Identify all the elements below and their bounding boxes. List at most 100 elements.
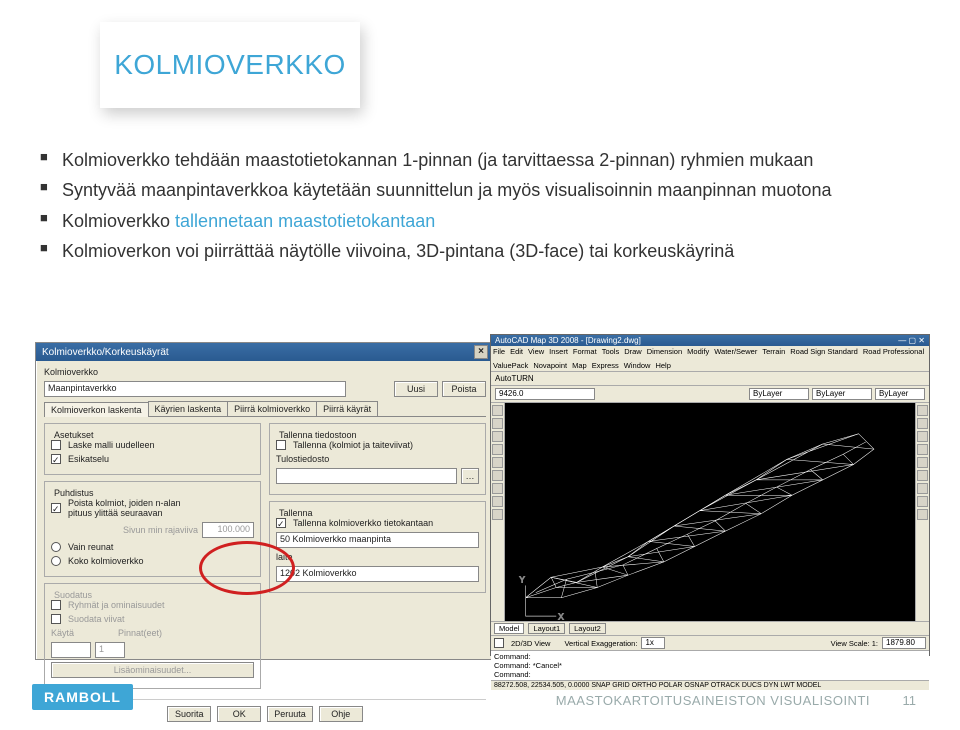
close-icon[interactable]: × <box>474 345 488 359</box>
autocad-toolbar-2: 9426.0 ByLayer ByLayer ByLayer <box>491 386 929 403</box>
window-controls[interactable]: — ▢ ✕ <box>898 336 925 345</box>
ok-button[interactable]: OK <box>217 706 261 722</box>
bylayer-2[interactable]: ByLayer <box>812 388 872 400</box>
fld-1202[interactable]: 1202 Kolmioverkko <box>276 566 479 582</box>
cb-poista-kolmiot[interactable] <box>51 503 61 513</box>
slide-title: KOLMIOVERKKO <box>114 49 346 81</box>
suorita-button[interactable]: Suorita <box>167 706 211 722</box>
menu-item[interactable]: Road Professional <box>863 347 924 356</box>
menu-item[interactable]: ValuePack <box>493 361 528 370</box>
menu-item[interactable]: Modify <box>687 347 709 356</box>
fld-vs[interactable]: 1879.80 <box>882 637 926 649</box>
cb-2d3d[interactable] <box>494 638 504 648</box>
menu-item[interactable]: Help <box>655 361 670 370</box>
menu-item[interactable]: Edit <box>510 347 523 356</box>
peruuta-button[interactable]: Peruuta <box>267 706 313 722</box>
dialog-body: Kolmioverkko Maanpintaverkko Uusi Poista… <box>36 361 494 730</box>
browse-button[interactable]: … <box>461 468 479 484</box>
num-label: Sivun min rajaviiva <box>123 525 198 535</box>
radio-reunat-label: Vain reunat <box>68 542 113 552</box>
slide-title-box: KOLMIOVERKKO <box>100 22 360 108</box>
tool-icon[interactable] <box>917 509 928 520</box>
menu-item[interactable]: Draw <box>624 347 642 356</box>
bylayer-3[interactable]: ByLayer <box>875 388 925 400</box>
menu-item[interactable]: Terrain <box>762 347 785 356</box>
num-field[interactable]: 100.000 <box>202 522 254 538</box>
menu-item[interactable]: Insert <box>549 347 568 356</box>
group-asetukset: Asetukset Laske malli uudelleen Esikatse… <box>44 423 261 475</box>
svg-text:X: X <box>558 612 564 621</box>
cb-tallenna-db[interactable] <box>276 518 286 528</box>
tool-icon[interactable] <box>492 457 503 468</box>
tool-icon[interactable] <box>917 418 928 429</box>
footer-text: MAASTOKARTOITUSAINEISTON VISUALISOINTI <box>556 693 870 708</box>
menu-item[interactable]: Novapoint <box>533 361 567 370</box>
network-select[interactable]: Maanpintaverkko <box>44 381 346 397</box>
bullet-item: Kolmioverkko tehdään maastotietokannan 1… <box>40 148 920 172</box>
bullet-item: Kolmioverkon voi piirrättää näytölle vii… <box>40 239 920 263</box>
group-title: Asetukset <box>51 430 97 440</box>
kolmioverkko-label: Kolmioverkko <box>44 367 98 377</box>
radio-koko[interactable] <box>51 556 61 566</box>
tool-icon[interactable] <box>492 509 503 520</box>
layer-select[interactable]: 9426.0 <box>495 388 595 400</box>
cb-poista-label: Poista kolmiot, joiden n-alan pituus yli… <box>68 498 181 518</box>
lbl-laite: laite <box>276 552 293 562</box>
tool-icon[interactable] <box>917 444 928 455</box>
tool-icon[interactable] <box>492 418 503 429</box>
ohje-button[interactable]: Ohje <box>319 706 363 722</box>
tab-piirra-kolmio[interactable]: Piirrä kolmioverkko <box>227 401 317 416</box>
lbl-ve: Vertical Exaggeration: <box>564 639 637 648</box>
menu-item[interactable]: File <box>493 347 505 356</box>
tab-laskenta[interactable]: Kolmioverkon laskenta <box>44 402 149 417</box>
cb-esikatselu[interactable] <box>51 454 61 464</box>
tool-icon[interactable] <box>492 431 503 442</box>
radio-reunat[interactable] <box>51 542 61 552</box>
dialog-titlebar: Kolmioverkko/Korkeuskäyrät × <box>36 343 494 361</box>
menu-item[interactable]: Format <box>573 347 597 356</box>
autocad-window: AutoCAD Map 3D 2008 - [Drawing2.dwg] — ▢… <box>490 334 930 656</box>
fld-tulostiedosto[interactable] <box>276 468 457 484</box>
menu-item[interactable]: Window <box>624 361 651 370</box>
menu-item[interactable]: Map <box>572 361 587 370</box>
menu-item[interactable]: View <box>528 347 544 356</box>
menu-item[interactable]: Express <box>592 361 619 370</box>
tool-icon[interactable] <box>492 470 503 481</box>
svg-text:Y: Y <box>519 575 525 584</box>
fld-ve[interactable]: 1x <box>641 637 665 649</box>
fld-kayta[interactable] <box>51 642 91 658</box>
group-title: Puhdistus <box>51 488 97 498</box>
bylayer-1[interactable]: ByLayer <box>749 388 809 400</box>
tool-icon[interactable] <box>917 483 928 494</box>
cb-suodata[interactable] <box>51 614 61 624</box>
uusi-button[interactable]: Uusi <box>394 381 438 397</box>
menu-item[interactable]: Water/Sewer <box>714 347 757 356</box>
tool-icon[interactable] <box>917 457 928 468</box>
cb-suodata-label: Suodata viivat <box>68 614 125 624</box>
kolmioverkko-dialog: Kolmioverkko/Korkeuskäyrät × Kolmioverkk… <box>35 342 495 660</box>
cb-tallenna-kolmiot[interactable] <box>276 440 286 450</box>
tool-icon[interactable] <box>917 405 928 416</box>
cb-ryhmat[interactable] <box>51 600 61 610</box>
poista-button[interactable]: Poista <box>442 381 486 397</box>
viewport[interactable]: Y X <box>505 403 915 621</box>
menu-item[interactable]: Dimension <box>647 347 682 356</box>
cb-laske-label: Laske malli uudelleen <box>68 440 155 450</box>
tab-piirra-kayrat[interactable]: Piirrä käyrät <box>316 401 378 416</box>
menu-item[interactable]: Road Sign Standard <box>790 347 858 356</box>
tool-icon[interactable] <box>492 444 503 455</box>
command-line[interactable]: Command: Command: *Cancel* Command: <box>491 650 929 680</box>
bullet-prefix: Kolmioverkko <box>62 211 175 231</box>
tool-icon[interactable] <box>492 496 503 507</box>
tool-icon[interactable] <box>917 496 928 507</box>
fld-pinnat[interactable]: 1 <box>95 642 125 658</box>
tool-icon[interactable] <box>492 405 503 416</box>
cb-laske[interactable] <box>51 440 61 450</box>
tab-kayrien[interactable]: Käyrien laskenta <box>148 401 229 416</box>
menu-item[interactable]: Tools <box>602 347 620 356</box>
tool-icon[interactable] <box>917 431 928 442</box>
lisaominaisuudet-button[interactable]: Lisäominaisuudet... <box>51 662 254 678</box>
fld-50[interactable]: 50 Kolmioverkko maanpinta <box>276 532 479 548</box>
tool-icon[interactable] <box>917 470 928 481</box>
tool-icon[interactable] <box>492 483 503 494</box>
